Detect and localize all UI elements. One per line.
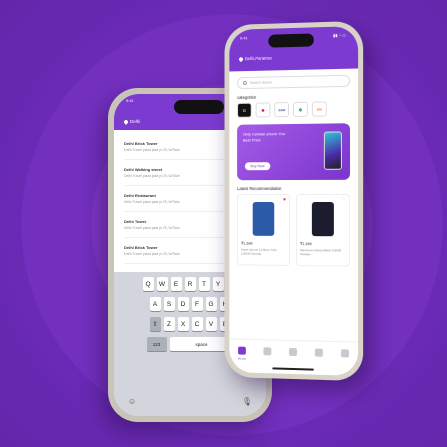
shift-key[interactable]: ⇧ bbox=[149, 317, 161, 331]
product-price: ₹1,599 bbox=[240, 241, 253, 246]
category-apple[interactable]: ◘ bbox=[237, 102, 252, 118]
dynamic-island bbox=[268, 33, 314, 48]
nav-home[interactable]: Home bbox=[238, 346, 246, 373]
product-grid: ♥ ₹1,599 Apple Iphone 12 Blue Color 128G… bbox=[237, 193, 351, 267]
product-card[interactable]: ♥ ₹1,599 Apple Iphone 12 Blue Color 128G… bbox=[237, 194, 291, 266]
status-icons: ▮▮ ◔ ▭ bbox=[333, 32, 346, 38]
status-time: 9:41 bbox=[240, 35, 248, 41]
location-selector[interactable]: Delhi bbox=[123, 118, 141, 125]
keyboard-bottom-icons: ☺ 🎙 bbox=[128, 397, 252, 406]
banner-text: Only Cellular phone You Best Price bbox=[242, 131, 286, 143]
heart-icon[interactable]: ♡ bbox=[341, 197, 346, 203]
key[interactable]: T bbox=[198, 277, 210, 291]
category-xiaomi[interactable]: mi bbox=[311, 101, 327, 117]
nav-chat[interactable] bbox=[314, 348, 323, 375]
location-selector[interactable]: Delhi,Paramso bbox=[238, 55, 272, 62]
shop-icon bbox=[263, 347, 272, 356]
promo-banner[interactable]: Only Cellular phone You Best Price Buy N… bbox=[237, 123, 351, 181]
product-image bbox=[311, 202, 334, 237]
heart-icon[interactable]: ♥ bbox=[283, 197, 286, 203]
front-phone-header: 9:41 ▮▮ ◔ ▭ Delhi,Paramso bbox=[229, 26, 359, 72]
profile-icon bbox=[340, 349, 349, 358]
key[interactable]: A bbox=[149, 297, 161, 311]
key[interactable]: V bbox=[205, 317, 217, 331]
banner-phone-image bbox=[323, 131, 342, 170]
location-label: Delhi bbox=[130, 119, 141, 124]
mic-icon[interactable]: 🎙 bbox=[242, 397, 252, 406]
product-image bbox=[252, 201, 275, 236]
product-price: ₹1,599 bbox=[299, 242, 312, 247]
key[interactable]: Z bbox=[163, 317, 175, 331]
category-huawei[interactable]: ◆ bbox=[255, 102, 271, 118]
key[interactable]: G bbox=[205, 297, 217, 311]
bottom-nav: Home bbox=[229, 338, 359, 376]
numbers-key[interactable]: 123 bbox=[146, 337, 167, 351]
key[interactable]: D bbox=[177, 297, 189, 311]
product-desc: Apple Iphone 12 Blue Color 128GB Storage bbox=[240, 247, 277, 256]
key[interactable]: R bbox=[184, 277, 196, 291]
key[interactable]: W bbox=[156, 277, 168, 291]
key[interactable]: S bbox=[163, 297, 175, 311]
buy-now-button[interactable]: Buy Now bbox=[244, 162, 271, 171]
key[interactable]: Y bbox=[212, 277, 224, 291]
pin-icon bbox=[238, 56, 244, 62]
latest-heading: Latest Recommendation bbox=[237, 186, 282, 192]
category-row: ◘ ◆ SAM ◍ mi bbox=[237, 101, 350, 118]
cart-icon bbox=[289, 347, 297, 357]
search-placeholder: Search device bbox=[249, 80, 273, 85]
nav-label: Home bbox=[238, 356, 246, 361]
nav-profile[interactable] bbox=[340, 349, 349, 375]
dynamic-island bbox=[174, 100, 224, 114]
search-input[interactable]: Search device bbox=[237, 74, 351, 90]
product-desc: Samsung Galaxy Black 128GB Storage bbox=[299, 248, 342, 257]
status-time: 9:41 bbox=[126, 98, 134, 103]
pin-icon bbox=[123, 118, 129, 125]
category-samsung[interactable]: SAM bbox=[274, 102, 290, 118]
chat-icon bbox=[314, 348, 323, 357]
front-phone-screen: 9:41 ▮▮ ◔ ▭ Delhi,Paramso Search device … bbox=[229, 26, 359, 376]
nav-cart[interactable] bbox=[289, 347, 297, 374]
key[interactable]: F bbox=[191, 297, 203, 311]
emoji-icon[interactable]: ☺ bbox=[128, 397, 136, 406]
location-label: Delhi,Paramso bbox=[244, 55, 272, 62]
key[interactable]: Q bbox=[142, 277, 154, 291]
categories-heading: categories bbox=[237, 94, 256, 101]
key[interactable]: X bbox=[177, 317, 189, 331]
key[interactable]: E bbox=[170, 277, 182, 291]
front-phone: 9:41 ▮▮ ◔ ▭ Delhi,Paramso Search device … bbox=[224, 20, 364, 382]
key[interactable]: C bbox=[191, 317, 203, 331]
nav-shop[interactable] bbox=[263, 347, 272, 373]
home-icon bbox=[238, 346, 246, 355]
category-oppo[interactable]: ◍ bbox=[293, 101, 308, 117]
product-card[interactable]: ♡ ₹1,599 Samsung Galaxy Black 128GB Stor… bbox=[295, 193, 351, 267]
search-icon bbox=[242, 80, 247, 86]
